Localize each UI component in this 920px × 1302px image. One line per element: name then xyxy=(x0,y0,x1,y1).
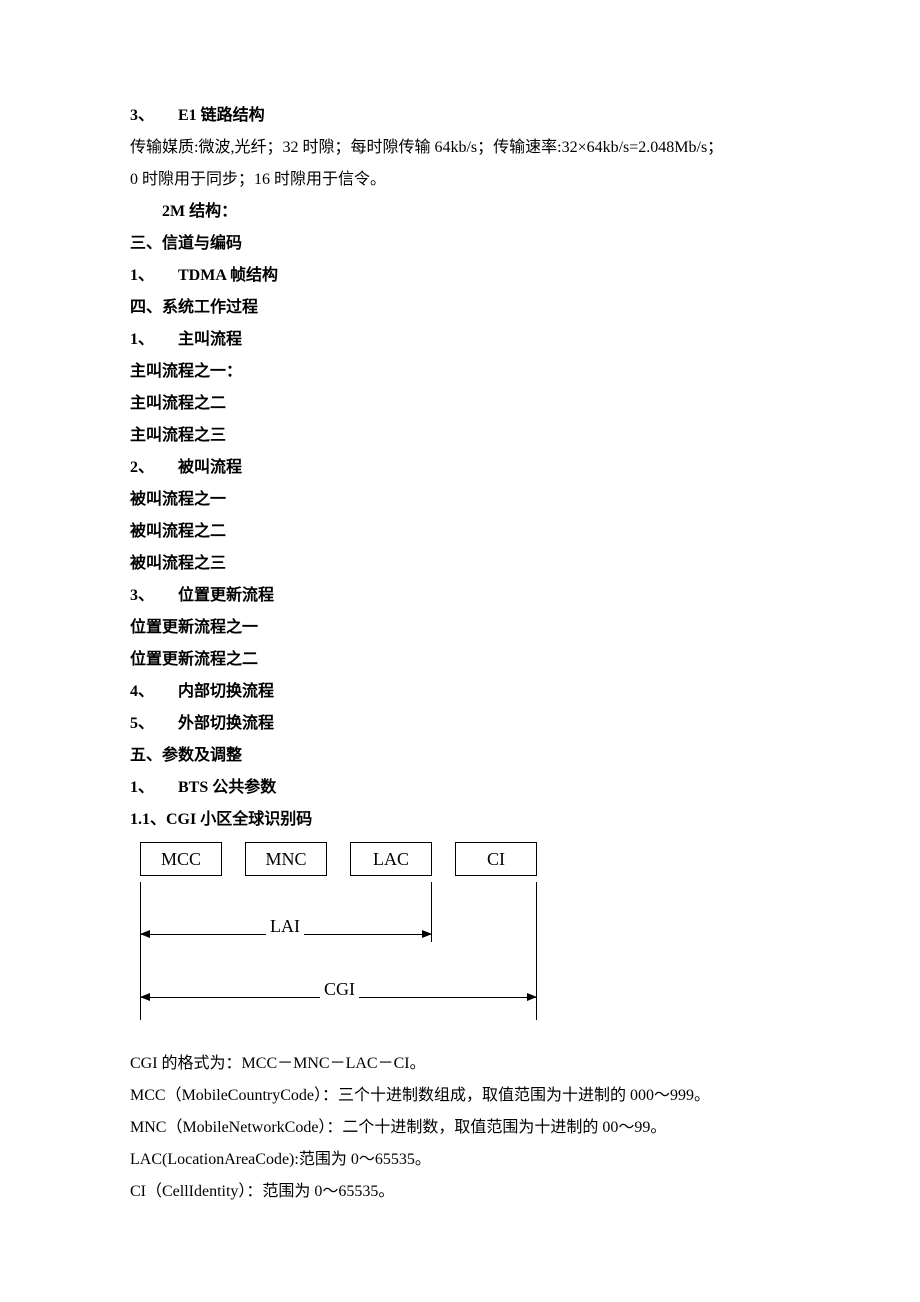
heading-callee-flow: 2、 被叫流程 xyxy=(130,452,790,484)
box-lac: LAC xyxy=(350,842,432,876)
heading-2m-structure: 2M 结构： xyxy=(130,196,790,228)
box-mcc: MCC xyxy=(140,842,222,876)
label-lai: LAI xyxy=(266,908,304,944)
text-callee-flow-3: 被叫流程之三 xyxy=(130,548,790,580)
heading-e1-link-structure: 3、 E1 链路结构 xyxy=(130,100,790,132)
arrow-cgi-right xyxy=(527,993,537,1001)
heading-external-handover: 5、 外部切换流程 xyxy=(130,708,790,740)
heading-params-tuning: 五、参数及调整 xyxy=(130,740,790,772)
heading-internal-handover: 4、 内部切换流程 xyxy=(130,676,790,708)
tick-cgi-left xyxy=(140,942,141,1020)
heading-bts-public-params: 1、 BTS 公共参数 xyxy=(130,772,790,804)
arrow-cgi-left xyxy=(140,993,150,1001)
text-timeslot-usage: 0 时隙用于同步；16 时隙用于信令。 xyxy=(130,164,790,196)
heading-caller-flow: 1、 主叫流程 xyxy=(130,324,790,356)
heading-cgi-global-id: 1.1、CGI 小区全球识别码 xyxy=(130,804,790,836)
arrow-lai-right xyxy=(422,930,432,938)
text-location-update-1: 位置更新流程之一 xyxy=(130,612,790,644)
text-ci-def: CI（CellIdentity）：范围为 0～65535。 xyxy=(130,1176,790,1208)
text-mcc-def: MCC（MobileCountryCode）：三个十进制数组成，取值范围为十进制… xyxy=(130,1080,790,1112)
text-location-update-2: 位置更新流程之二 xyxy=(130,644,790,676)
box-mnc: MNC xyxy=(245,842,327,876)
text-caller-flow-3: 主叫流程之三 xyxy=(130,420,790,452)
heading-tdma-frame: 1、 TDMA 帧结构 xyxy=(130,260,790,292)
text-mnc-def: MNC（MobileNetworkCode）：二个十进制数，取值范围为十进制的 … xyxy=(130,1112,790,1144)
arrow-lai-left xyxy=(140,930,150,938)
text-callee-flow-1: 被叫流程之一 xyxy=(130,484,790,516)
text-lac-def: LAC(LocationAreaCode):范围为 0～65535。 xyxy=(130,1144,790,1176)
heading-system-process: 四、系统工作过程 xyxy=(130,292,790,324)
text-transmission-media: 传输媒质:微波,光纤；32 时隙；每时隙传输 64kb/s；传输速率:32×64… xyxy=(130,132,790,164)
box-ci: CI xyxy=(455,842,537,876)
label-cgi: CGI xyxy=(320,971,359,1007)
heading-channel-coding: 三、信道与编码 xyxy=(130,228,790,260)
text-caller-flow-2: 主叫流程之二 xyxy=(130,388,790,420)
text-callee-flow-2: 被叫流程之二 xyxy=(130,516,790,548)
heading-location-update-flow: 3、 位置更新流程 xyxy=(130,580,790,612)
text-cgi-format: CGI 的格式为：MCC－MNC－LAC－CI。 xyxy=(130,1048,790,1080)
cgi-diagram: MCC MNC LAC CI LAI CGI xyxy=(140,842,580,1042)
document-page: 3、 E1 链路结构 传输媒质:微波,光纤；32 时隙；每时隙传输 64kb/s… xyxy=(0,0,920,1288)
text-caller-flow-1: 主叫流程之一： xyxy=(130,356,790,388)
